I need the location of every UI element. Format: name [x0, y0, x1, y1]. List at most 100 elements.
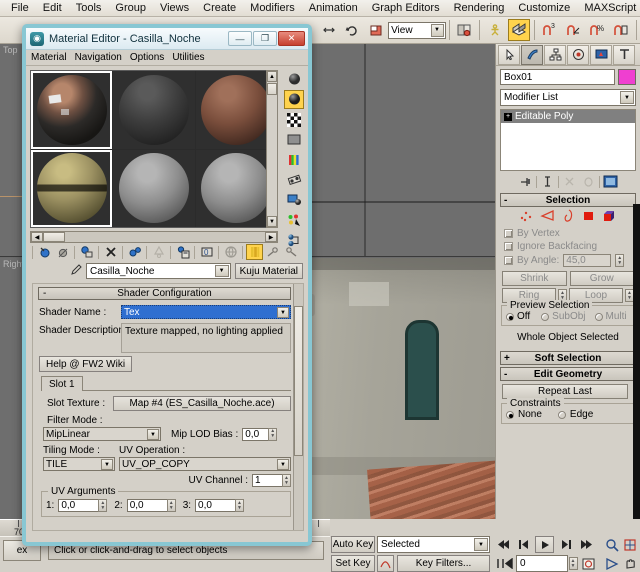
sample-slot-4[interactable]	[31, 150, 112, 228]
backlight-icon[interactable]	[284, 90, 304, 109]
expand-icon[interactable]: +	[504, 113, 512, 121]
scroll-up-icon[interactable]: ▲	[267, 71, 277, 82]
get-material-icon[interactable]	[36, 244, 53, 260]
rollout-edit-geometry-header[interactable]: - Edit Geometry	[500, 367, 636, 381]
play-animation-icon[interactable]	[535, 536, 554, 553]
reset-map-icon[interactable]	[102, 244, 119, 260]
configure-modifier-sets-icon[interactable]	[602, 174, 619, 189]
ignore-backfacing-row[interactable]: Ignore Backfacing	[496, 240, 640, 253]
stack-item-editable-poly[interactable]: + Editable Poly	[501, 110, 635, 123]
material-effects-channel-icon[interactable]: 0	[198, 244, 215, 260]
maximize-button[interactable]: ❐	[253, 31, 277, 46]
snap-3d-icon[interactable]: 3	[539, 19, 561, 41]
time-configuration-icon[interactable]	[580, 556, 597, 571]
zoom-icon[interactable]	[603, 536, 620, 553]
shader-configuration-rollout-header[interactable]: - Shader Configuration	[38, 287, 291, 300]
tiling-mode-dropdown[interactable]: TILE ▼	[43, 457, 115, 471]
chevron-down-icon[interactable]: ▼	[277, 459, 289, 470]
menu-graph-editors[interactable]: Graph Editors	[365, 1, 447, 15]
ignore-backfacing-checkbox[interactable]	[504, 242, 513, 251]
preview-off-radio[interactable]	[506, 313, 514, 321]
material-type-button[interactable]: Kuju Material	[235, 263, 303, 279]
constraint-edge-radio[interactable]	[558, 411, 566, 419]
by-angle-checkbox[interactable]	[504, 256, 513, 265]
frame-spinner[interactable]: ▲▼	[568, 556, 578, 571]
tab-slot-1[interactable]: Slot 1	[41, 376, 83, 391]
by-angle-row[interactable]: By Angle: 45,0 ▲▼	[496, 253, 640, 268]
key-mode-toggle-icon[interactable]	[496, 556, 514, 571]
set-key-button[interactable]: Set Key	[331, 555, 375, 572]
reference-coordinate-system-dropdown[interactable]: View ▼	[388, 22, 445, 39]
scroll-down-icon[interactable]: ▼	[267, 216, 277, 227]
chevron-down-icon[interactable]: ▼	[431, 24, 444, 37]
by-angle-value[interactable]: 45,0	[563, 254, 611, 267]
modifier-stack[interactable]: + Editable Poly	[500, 109, 636, 171]
go-to-start-icon[interactable]	[496, 537, 512, 552]
assign-material-to-selection-icon[interactable]	[78, 244, 95, 260]
shrink-button[interactable]: Shrink	[502, 271, 567, 286]
current-frame-field[interactable]: 0	[516, 555, 568, 572]
menu-file[interactable]: File	[4, 1, 36, 15]
modifier-list-dropdown[interactable]: Modifier List ▼	[500, 89, 636, 106]
eyedropper-icon[interactable]	[68, 263, 82, 280]
rollout-soft-selection-header[interactable]: + Soft Selection	[500, 351, 636, 365]
select-and-move-icon[interactable]	[318, 19, 340, 41]
key-filters-button[interactable]: Key Filters...	[397, 555, 490, 572]
percent-snap-toggle-icon[interactable]: %	[586, 19, 608, 41]
make-unique-icon[interactable]	[561, 174, 578, 189]
chevron-down-icon[interactable]: ▼	[147, 429, 159, 440]
sample-slot-1[interactable]	[31, 71, 112, 149]
element-icon[interactable]	[602, 209, 617, 225]
menu-edit[interactable]: Edit	[36, 1, 69, 15]
pan-view-icon[interactable]	[621, 555, 638, 572]
sample-slot-3[interactable]	[196, 71, 277, 149]
display-tab-icon[interactable]	[590, 45, 612, 65]
select-by-material-icon[interactable]	[284, 210, 304, 229]
sample-type-icon[interactable]	[284, 70, 304, 89]
snaps-toggle-icon[interactable]	[508, 19, 530, 41]
mip-lod-bias-spinner[interactable]: 0,0 ▲▼	[242, 428, 277, 441]
uv-channel-spinner[interactable]: 1 ▲▼	[252, 474, 291, 487]
spinner-arrows[interactable]: ▲▼	[167, 499, 176, 512]
scroll-right-icon[interactable]: ▶	[265, 232, 277, 242]
preview-subobj-radio[interactable]	[541, 313, 549, 321]
chevron-down-icon[interactable]: ▼	[215, 265, 229, 277]
filter-mode-dropdown[interactable]: MipLinear ▼	[43, 427, 161, 441]
parameters-scroll-thumb[interactable]	[294, 306, 303, 456]
zoom-all-icon[interactable]	[621, 536, 638, 553]
object-color-swatch[interactable]	[618, 69, 636, 85]
menu-views[interactable]: Views	[153, 1, 196, 15]
pin-stack-icon[interactable]	[517, 174, 534, 189]
uv-arg-2-spinner[interactable]: 0,0 ▲▼	[127, 499, 176, 512]
chevron-down-icon[interactable]: ▼	[620, 91, 634, 104]
set-key-filters-toggle-icon[interactable]	[377, 555, 394, 572]
constraint-none-radio[interactable]	[506, 411, 514, 419]
make-preview-icon[interactable]	[284, 170, 304, 189]
spinner-arrows[interactable]: ▲▼	[282, 474, 291, 487]
spinner-arrows[interactable]: ▲▼	[268, 428, 277, 441]
edge-icon[interactable]	[540, 209, 555, 225]
slot-texture-button[interactable]: Map #4 (ES_Casilla_Noche.ace)	[113, 396, 291, 411]
material-editor-window[interactable]: ◉ Material Editor - Casilla_Noche — ❐ ✕ …	[22, 24, 312, 546]
select-and-scale-icon[interactable]	[365, 19, 387, 41]
menu-animation[interactable]: Animation	[302, 1, 365, 15]
sample-slot-vertical-scrollbar[interactable]: ▲ ▼	[266, 70, 278, 228]
scroll-thumb[interactable]	[43, 232, 65, 242]
parameters-scrollbar[interactable]	[293, 284, 303, 530]
angle-snap-toggle-icon[interactable]	[563, 19, 585, 41]
menu-rendering[interactable]: Rendering	[447, 1, 512, 15]
shader-name-dropdown[interactable]: Tex ▼	[121, 305, 291, 319]
material-name-field[interactable]: Casilla_Noche ▼	[86, 263, 231, 279]
border-icon[interactable]	[562, 209, 575, 225]
go-to-end-icon[interactable]	[578, 537, 594, 552]
utilities-tab-icon[interactable]	[613, 45, 635, 65]
select-and-manipulate-icon[interactable]	[484, 19, 506, 41]
sample-slot-horizontal-scrollbar[interactable]: ◀ ▶	[30, 231, 278, 243]
object-name-field[interactable]: Box01	[500, 69, 615, 85]
sample-slot-6[interactable]	[196, 150, 277, 228]
chevron-down-icon[interactable]: ▼	[101, 459, 113, 470]
select-and-rotate-icon[interactable]	[341, 19, 363, 41]
sample-uv-tiling-icon[interactable]	[284, 130, 304, 149]
make-unique-icon[interactable]	[150, 244, 167, 260]
me-menu-material[interactable]: Material	[31, 52, 75, 63]
